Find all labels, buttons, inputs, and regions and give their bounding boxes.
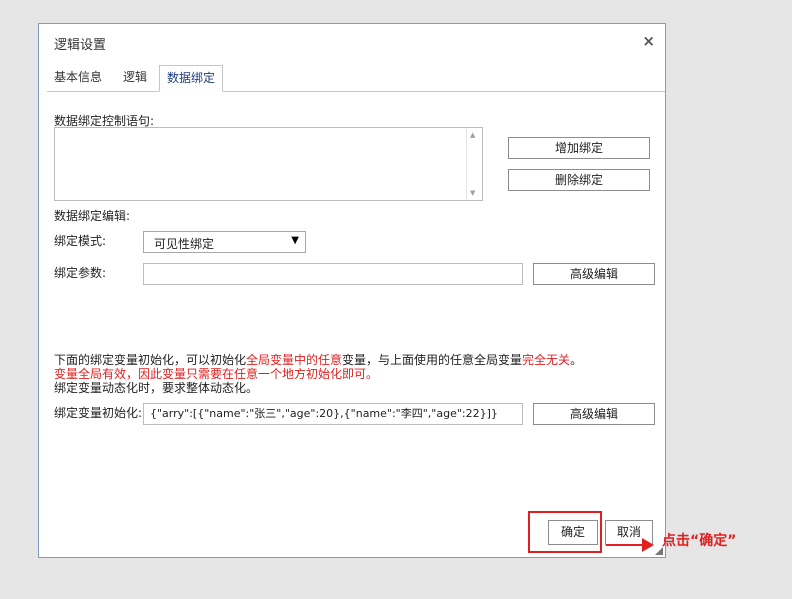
param-advanced-edit-button[interactable]: 高级编辑 [533, 263, 655, 285]
var-init-label: 绑定变量初始化: [54, 406, 143, 420]
scroll-up-icon[interactable]: ▲ [470, 131, 475, 139]
add-binding-button[interactable]: 增加绑定 [508, 137, 650, 159]
binding-mode-label: 绑定模式: [54, 234, 107, 248]
tab-bar: 基本信息 逻辑 数据绑定 [47, 65, 665, 92]
init-advanced-edit-button[interactable]: 高级编辑 [533, 403, 655, 425]
dialog-title: 逻辑设置 [54, 38, 107, 53]
arrow-line [606, 544, 644, 546]
tab-data-binding[interactable]: 数据绑定 [159, 65, 224, 92]
binding-param-input[interactable] [143, 263, 523, 285]
annotation-text: 点击“确定” [662, 533, 737, 549]
scroll-down-icon[interactable]: ▼ [470, 189, 475, 197]
textarea-scrollbar[interactable]: ▲ ▼ [466, 128, 482, 200]
delete-binding-button[interactable]: 删除绑定 [508, 169, 650, 191]
binding-mode-value: 可见性绑定 [154, 237, 215, 251]
logic-settings-dialog: 逻辑设置 × 基本信息 逻辑 数据绑定 数据绑定控制语句: ▲ ▼ 增加绑定 删… [38, 23, 666, 558]
binding-mode-select[interactable]: 可见性绑定 ▼ [143, 231, 306, 253]
note-text: 。 [570, 353, 583, 367]
binding-edit-label: 数据绑定编辑: [54, 209, 131, 223]
tab-basic-info[interactable]: 基本信息 [47, 65, 109, 90]
binding-param-label: 绑定参数: [54, 266, 107, 280]
ok-highlight-box [528, 511, 602, 553]
close-icon[interactable]: × [642, 32, 655, 50]
control-statement-textarea[interactable]: ▲ ▼ [54, 127, 483, 201]
var-init-input[interactable]: {"arry":[{"name":"张三","age":20},{"name":… [143, 403, 523, 425]
tab-logic[interactable]: 逻辑 [116, 65, 154, 90]
arrow-right-icon [642, 538, 654, 552]
chevron-down-icon: ▼ [291, 235, 299, 246]
note-line-3: 绑定变量动态化时，要求整体动态化。 [54, 381, 259, 395]
note-highlight: 完全无关 [522, 353, 571, 367]
